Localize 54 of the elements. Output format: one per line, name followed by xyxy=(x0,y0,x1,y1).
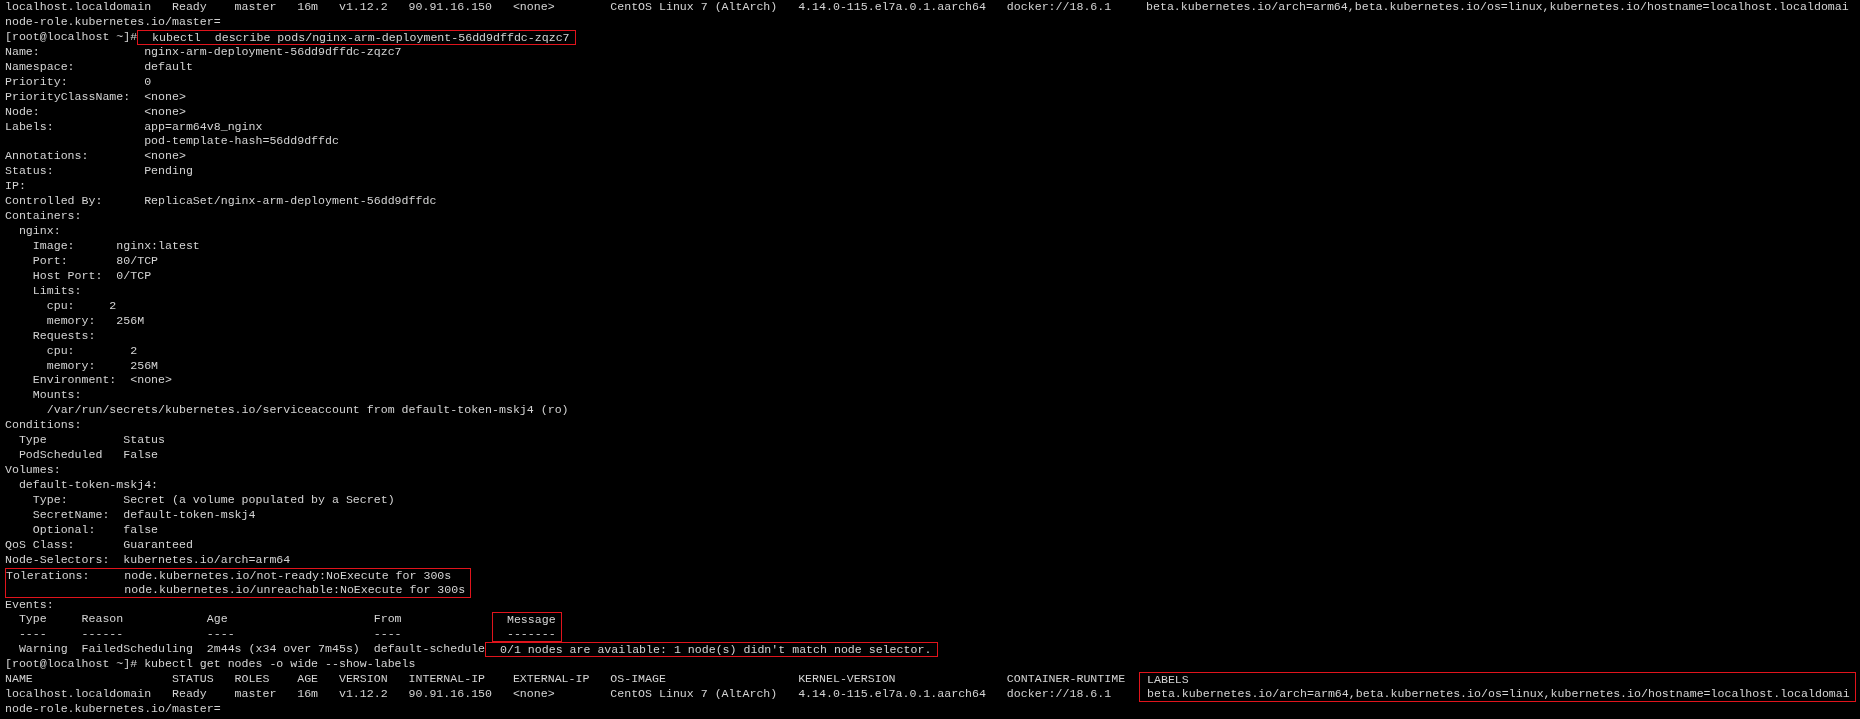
terminal-text: [root@localhost ~]# kubectl get nodes -o wide --show-labels xyxy=(5,657,416,671)
terminal-text: Limits: xyxy=(31,283,82,297)
terminal-text: Conditions: xyxy=(5,418,82,432)
terminal-text: Controlled By: ReplicaSet/nginx-arm-deployment-56dd9dffdc xyxy=(5,194,437,208)
terminal-text: [root@localhost ~]# xyxy=(5,29,138,43)
terminal-text: Namespace: default xyxy=(5,59,193,73)
highlighted-text: Tolerations: node.kubernetes.io/not-ready:NoExecute for 300s xyxy=(5,567,472,583)
terminal-text: Node-Selectors: kubernetes.io/arch=arm64 xyxy=(5,552,291,566)
terminal-text: memory: 256M xyxy=(45,358,159,372)
terminal-text: IP: xyxy=(5,179,26,193)
terminal-text: node-role.kubernetes.io/master= xyxy=(5,702,221,716)
terminal-text: Requests: xyxy=(31,328,96,342)
terminal-text: localhost.localdomain Ready master 16m v1.12.2 90.91.16.150 <none> CentOS Linux 7 (AltArch) 4.14.0-115.el7a.0.1.aarch64 docker://18.6.1 xyxy=(5,687,1113,701)
terminal-text: Mounts: xyxy=(31,388,82,402)
terminal-text: pod-template-hash=56dd9dffdc xyxy=(143,134,339,148)
highlighted-text: node.kubernetes.io/unreachable:NoExecute for 300s xyxy=(5,582,472,598)
terminal-text: SecretName: default-token-mskj4 xyxy=(31,507,256,521)
terminal-text: cpu: 2 xyxy=(45,343,138,357)
terminal-text: /var/run/secrets/kubernetes.io/serviceaccount from default-token-mskj4 (ro) xyxy=(45,403,569,417)
highlighted-text: ------- xyxy=(492,627,562,643)
terminal-text: Host Port: 0/TCP xyxy=(31,268,152,282)
terminal-text: nginx: xyxy=(17,224,61,238)
terminal-text: Node: <none> xyxy=(5,104,186,118)
terminal-text: Name: nginx-arm-deployment-56dd9dffdc-zqzc7 xyxy=(5,44,402,58)
terminal-text: Image: nginx:latest xyxy=(31,239,200,252)
terminal-text: Containers: xyxy=(5,209,82,223)
terminal-text: localhost.localdomain Ready master 16m v1.12.2 90.91.16.150 <none> CentOS Linux 7 (AltArch) 4.14.0-115.el7a.0.1.aarch64 docker://18.6.1 beta.kubernetes.io/arch=arm64,beta.kubernetes.io/os=linux,kubernetes.io/hostname=localhost.localdomai xyxy=(5,0,1849,13)
highlighted-text: kubectl describe pods/nginx-arm-deployment-56dd9dffdc-zqzc7 xyxy=(137,29,576,45)
terminal-text: default-token-mskj4: xyxy=(17,478,159,491)
highlighted-text: LABELS xyxy=(1139,672,1856,688)
terminal-text: Events: xyxy=(5,597,54,611)
terminal-text: Status: Pending xyxy=(5,164,193,178)
terminal-text: Labels: app=arm64v8_nginx xyxy=(5,119,263,133)
terminal-text: Annotations: <none> xyxy=(5,149,186,163)
highlighted-text: Message xyxy=(492,612,562,628)
terminal-text: Optional: false xyxy=(31,522,159,536)
terminal-text: Volumes: xyxy=(5,463,61,477)
terminal-text: QoS Class: Guaranteed xyxy=(5,537,193,551)
highlighted-text: beta.kubernetes.io/arch=arm64,beta.kubernetes.io/os=linux,kubernetes.io/hostname=localhost.localdomai xyxy=(1139,687,1856,703)
terminal-text: PriorityClassName: <none> xyxy=(5,89,186,103)
terminal-text: PodScheduled False xyxy=(17,448,159,462)
terminal-text: Priority: 0 xyxy=(5,74,152,88)
highlighted-text: 0/1 nodes are available: 1 node(s) didn't match node selector. xyxy=(485,642,938,658)
terminal-text: Type Reason Age From xyxy=(17,612,403,626)
terminal-text: cpu: 2 xyxy=(45,298,117,312)
terminal-text: Type: Secret (a volume populated by a Secret) xyxy=(31,492,395,506)
terminal-text: Type Status xyxy=(17,433,166,447)
terminal-text: ---- ------ ---- ---- xyxy=(17,627,403,641)
terminal-text: Port: 80/TCP xyxy=(31,253,159,267)
terminal-text: node-role.kubernetes.io/master= xyxy=(5,14,221,28)
terminal-text: NAME STATUS ROLES AGE VERSION INTERNAL-IP EXTERNAL-IP OS-IMAGE KERNEL-VERSION CONTAINER-RUNTIME xyxy=(5,672,1127,686)
terminal-text: Warning FailedScheduling 2m44s (x34 over 7m45s) default-schedule xyxy=(17,642,486,656)
terminal-text: Environment: <none> xyxy=(31,373,172,387)
terminal-text: memory: 256M xyxy=(45,313,145,327)
